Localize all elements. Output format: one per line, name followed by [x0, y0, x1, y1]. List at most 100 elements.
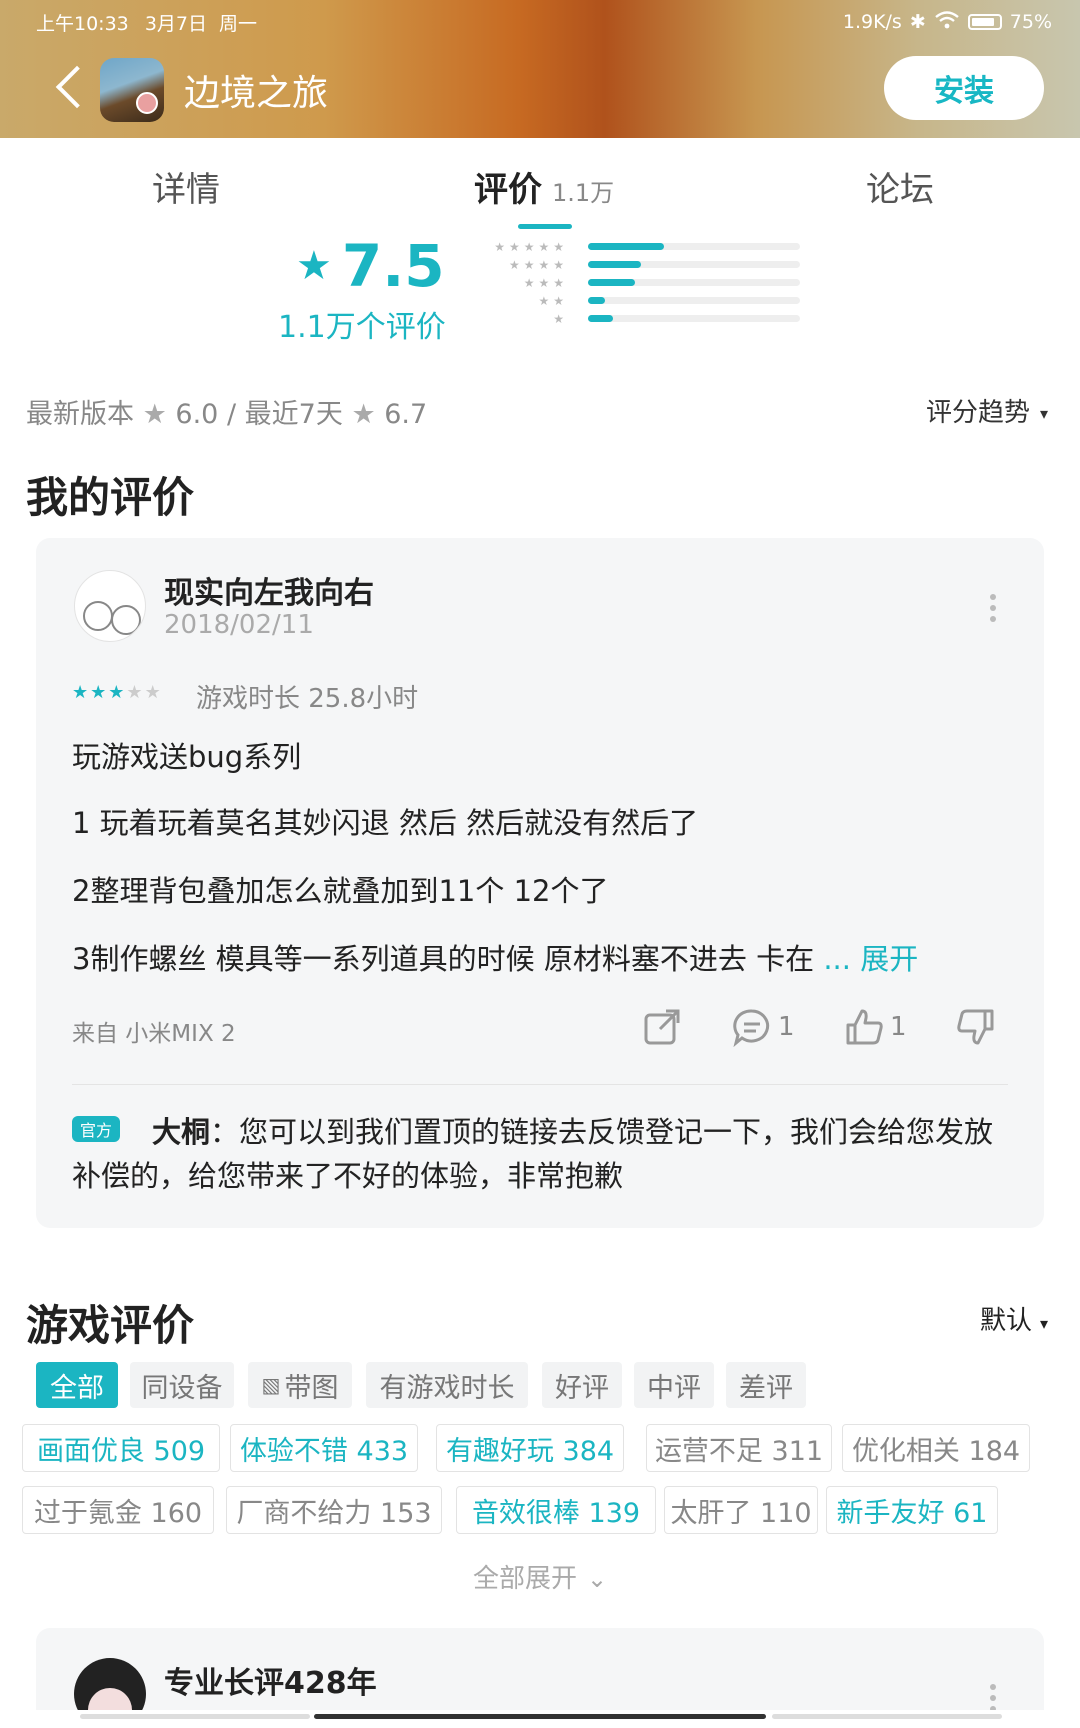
filter-chip[interactable]: 全部 [36, 1362, 118, 1408]
star-icon: ★ [351, 399, 376, 430]
review-tag[interactable]: 优化相关 184 [842, 1424, 1030, 1472]
latest-version-score: 6.0 [175, 399, 219, 430]
star-icon: ★ [72, 682, 91, 703]
review-line-4: 3制作螺丝 模具等一系列道具的时候 原材料塞不进去 卡在 ... 展开 [72, 936, 918, 978]
filter-chip[interactable]: 中评 [634, 1362, 714, 1408]
rating-bar-fill [588, 315, 614, 322]
review-tag[interactable]: 音效很棒 139 [456, 1486, 656, 1534]
review-tag[interactable]: 画面优良 509 [22, 1424, 220, 1472]
battery-level: 75% [1009, 11, 1052, 33]
filter-chip[interactable]: 差评 [726, 1362, 806, 1408]
rating-score-value: 7.5 [341, 232, 445, 300]
reply-separator: ： [210, 1115, 240, 1149]
tab-forum-label: 论坛 [866, 170, 934, 210]
version-rating: 最新版本 ★ 6.0 / 最近7天 ★ 6.7 [26, 392, 427, 431]
tab-details-label: 详情 [152, 170, 220, 210]
star-icon: ★ [142, 399, 167, 430]
filter-chip[interactable]: 好评 [542, 1362, 622, 1408]
star-icon: ★ [108, 682, 127, 703]
review-playtime: 游戏时长 25.8小时 [196, 684, 419, 714]
like-count: 1 [890, 1012, 907, 1042]
more-options-icon[interactable] [990, 594, 996, 622]
filter-chip-label: 带图 [284, 1372, 339, 1404]
filter-chip[interactable]: 有游戏时长 [366, 1362, 528, 1408]
back-button[interactable] [52, 62, 88, 114]
my-review-title: 我的评价 [26, 473, 195, 522]
gesture-bar [0, 1710, 1080, 1728]
status-weekday: 周一 [219, 12, 258, 35]
filter-chip-label: 有游戏时长 [379, 1372, 515, 1404]
app-header: 上午10:33 3月7日 周一 1.9K/s ✱ 75% 边境之旅 安装 [0, 0, 1080, 138]
review-tag[interactable]: 体验不错 433 [230, 1424, 418, 1472]
rating-bar [588, 279, 800, 286]
dislike-button[interactable] [954, 1004, 998, 1050]
review-page: 上午10:33 3月7日 周一 1.9K/s ✱ 75% 边境之旅 安装 详情 … [0, 0, 1080, 1728]
comment-icon [733, 1009, 770, 1048]
thumbs-up-icon [846, 1009, 883, 1045]
tab-details[interactable]: 详情 [152, 162, 220, 211]
wifi-icon [934, 10, 960, 35]
review-ellipsis: ... [823, 942, 851, 976]
rating-trend-button[interactable]: 评分趋势 [926, 392, 1048, 429]
star-icon: ★ [296, 243, 332, 289]
reply-author: 大桐 [152, 1115, 211, 1149]
review-stars: ★★★★★ [72, 682, 163, 703]
rating-bar-fill [588, 261, 641, 268]
filter-chip-label: 好评 [555, 1372, 609, 1404]
star-icon: ★ [126, 682, 145, 703]
thumbs-down-icon [957, 1009, 994, 1045]
tab-bar: 详情 评价 1.1万 论坛 [0, 138, 1080, 228]
status-right: 1.9K/s ✱ 75% [843, 10, 1052, 35]
recent-label: 最近7天 [244, 399, 343, 430]
latest-version-label: 最新版本 [26, 399, 134, 430]
rating-row-1-star: ★ [480, 310, 800, 328]
status-bar: 上午10:33 3月7日 周一 1.9K/s ✱ 75% [36, 8, 1052, 36]
sort-dropdown[interactable]: 默认 [980, 1300, 1048, 1337]
status-date: 3月7日 [144, 12, 207, 35]
recent-score: 6.7 [384, 399, 428, 430]
review-tag[interactable]: 运营不足 311 [646, 1424, 832, 1472]
comment-button[interactable]: 1 [730, 1004, 795, 1050]
status-left: 上午10:33 3月7日 周一 [36, 9, 257, 36]
review-tag[interactable]: 太肝了 110 [664, 1486, 818, 1534]
rating-bar-fill [588, 279, 635, 286]
review-tag[interactable]: 厂商不给力 153 [226, 1486, 442, 1534]
review-expand-link[interactable]: 展开 [860, 942, 918, 976]
rating-bar-fill [588, 243, 665, 250]
review-tag[interactable]: 新手友好 61 [826, 1486, 998, 1534]
review-source-device: 来自 小米MIX 2 [72, 1021, 236, 1047]
avatar[interactable] [74, 570, 146, 642]
rating-row-2-star: ★★ [480, 292, 800, 310]
tab-reviews-label: 评价 [474, 170, 542, 210]
rating-row-3-star: ★★★ [480, 274, 800, 292]
filter-chip[interactable]: 同设备 [130, 1362, 234, 1408]
review-date: 2018/02/11 [164, 610, 314, 640]
like-button[interactable]: 1 [842, 1004, 907, 1050]
tab-underline [518, 224, 572, 229]
expand-all-button[interactable]: 全部展开 [0, 1558, 1080, 1595]
tab-forum[interactable]: 论坛 [866, 162, 934, 211]
filter-chip[interactable]: ▧ 带图 [248, 1362, 352, 1408]
install-button[interactable]: 安装 [884, 56, 1044, 120]
developer-reply: 大桐：您可以到我们置顶的链接去反馈登记一下，我们会给您发放补偿的，给您带来了不好… [72, 1110, 1008, 1198]
share-button[interactable] [640, 1004, 684, 1050]
rating-bar [588, 315, 800, 322]
rating-row-5-star: ★★★★★ [480, 238, 800, 256]
share-icon [644, 1009, 680, 1045]
net-speed: 1.9K/s [842, 11, 902, 33]
review-tag[interactable]: 有趣好玩 384 [436, 1424, 624, 1472]
tab-reviews[interactable]: 评价 1.1万 [474, 162, 614, 211]
review-username[interactable]: 专业长评428年 [164, 1658, 377, 1702]
review-line-4-text: 3制作螺丝 模具等一系列道具的时候 原材料塞不进去 卡在 [72, 942, 815, 976]
review-tag[interactable]: 过于氪金 160 [22, 1486, 214, 1534]
rating-bar-fill [588, 297, 605, 304]
status-time: 上午10:33 [36, 12, 129, 35]
review-username[interactable]: 现实向左我向右 [164, 568, 374, 612]
app-icon [100, 58, 164, 122]
image-icon: ▧ [261, 1373, 281, 1397]
game-reviews-title: 游戏评价 [26, 1301, 195, 1350]
rating-bar [588, 243, 800, 250]
rating-count: 1.1万个评价 [278, 310, 446, 345]
star-icon: ★ [553, 312, 568, 326]
nav-indicator [80, 1714, 310, 1719]
